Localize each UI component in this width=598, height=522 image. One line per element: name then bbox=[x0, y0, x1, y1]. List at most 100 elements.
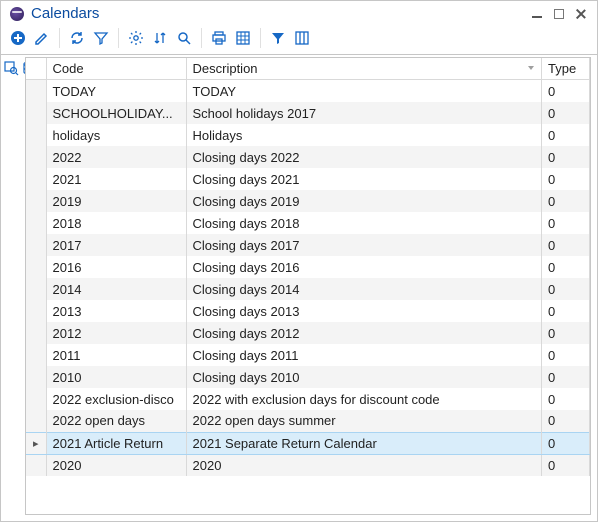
table-row[interactable]: 2019Closing days 20190 bbox=[26, 190, 590, 212]
close-button[interactable] bbox=[573, 6, 589, 22]
grid-body[interactable]: TODAYTODAY0SCHOOLHOLIDAY...School holida… bbox=[26, 80, 590, 514]
cell-description[interactable]: School holidays 2017 bbox=[186, 102, 542, 124]
row-handle[interactable] bbox=[26, 146, 46, 168]
table-row[interactable]: 2022Closing days 20220 bbox=[26, 146, 590, 168]
cell-description[interactable]: Closing days 2017 bbox=[186, 234, 542, 256]
table-row[interactable]: holidaysHolidays0 bbox=[26, 124, 590, 146]
row-handle[interactable] bbox=[26, 388, 46, 410]
table-row[interactable]: 2011Closing days 20110 bbox=[26, 344, 590, 366]
column-header-code[interactable]: Code bbox=[46, 58, 186, 80]
cell-code[interactable]: 2013 bbox=[46, 300, 186, 322]
cell-code[interactable]: 2010 bbox=[46, 366, 186, 388]
minimize-button[interactable] bbox=[529, 6, 545, 22]
cell-code[interactable]: 2021 Article Return bbox=[46, 432, 186, 454]
row-handle[interactable] bbox=[26, 432, 46, 454]
cell-description[interactable]: Closing days 2011 bbox=[186, 344, 542, 366]
cell-description[interactable]: Closing days 2016 bbox=[186, 256, 542, 278]
cell-description[interactable]: Holidays bbox=[186, 124, 542, 146]
cell-type[interactable]: 0 bbox=[542, 454, 590, 476]
cell-type[interactable]: 0 bbox=[542, 366, 590, 388]
edit-button[interactable] bbox=[31, 27, 53, 49]
cell-code[interactable]: 2012 bbox=[46, 322, 186, 344]
cell-code[interactable]: 2021 bbox=[46, 168, 186, 190]
row-handle[interactable] bbox=[26, 212, 46, 234]
cell-type[interactable]: 0 bbox=[542, 410, 590, 432]
row-handle[interactable] bbox=[26, 278, 46, 300]
cell-description[interactable]: Closing days 2018 bbox=[186, 212, 542, 234]
cell-code[interactable]: SCHOOLHOLIDAY... bbox=[46, 102, 186, 124]
table-row[interactable]: TODAYTODAY0 bbox=[26, 80, 590, 102]
table-row[interactable]: 2017Closing days 20170 bbox=[26, 234, 590, 256]
cell-code[interactable]: 2022 open days bbox=[46, 410, 186, 432]
print-button[interactable] bbox=[208, 27, 230, 49]
cell-description[interactable]: Closing days 2021 bbox=[186, 168, 542, 190]
cell-code[interactable]: 2014 bbox=[46, 278, 186, 300]
table-row[interactable]: 2010Closing days 20100 bbox=[26, 366, 590, 388]
column-header-description[interactable]: Description bbox=[186, 58, 542, 80]
cell-description[interactable]: 2021 Separate Return Calendar bbox=[186, 432, 542, 454]
cell-description[interactable]: Closing days 2019 bbox=[186, 190, 542, 212]
cell-type[interactable]: 0 bbox=[542, 256, 590, 278]
row-handle[interactable] bbox=[26, 234, 46, 256]
cell-code[interactable]: TODAY bbox=[46, 80, 186, 102]
table-row[interactable]: 2021 Article Return2021 Separate Return … bbox=[26, 432, 590, 454]
table-row[interactable]: 2014Closing days 20140 bbox=[26, 278, 590, 300]
settings-button[interactable] bbox=[125, 27, 147, 49]
data-grid[interactable]: Code Description Type TODAYTODAY0SCHOOLH… bbox=[25, 57, 591, 515]
cell-code[interactable]: 2011 bbox=[46, 344, 186, 366]
cell-type[interactable]: 0 bbox=[542, 80, 590, 102]
cell-type[interactable]: 0 bbox=[542, 344, 590, 366]
row-handle[interactable] bbox=[26, 190, 46, 212]
column-header-type[interactable]: Type bbox=[542, 58, 590, 80]
cell-type[interactable]: 0 bbox=[542, 168, 590, 190]
table-row[interactable]: 2013Closing days 20130 bbox=[26, 300, 590, 322]
filter-button[interactable] bbox=[90, 27, 112, 49]
table-row[interactable]: 2016Closing days 20160 bbox=[26, 256, 590, 278]
cell-type[interactable]: 0 bbox=[542, 278, 590, 300]
cell-type[interactable]: 0 bbox=[542, 234, 590, 256]
cell-type[interactable]: 0 bbox=[542, 432, 590, 454]
cell-type[interactable]: 0 bbox=[542, 300, 590, 322]
row-handle[interactable] bbox=[26, 322, 46, 344]
funnel-advanced-button[interactable] bbox=[267, 27, 289, 49]
cell-description[interactable]: 2022 open days summer bbox=[186, 410, 542, 432]
row-handle[interactable] bbox=[26, 168, 46, 190]
cell-code[interactable]: 2016 bbox=[46, 256, 186, 278]
table-row[interactable]: SCHOOLHOLIDAY...School holidays 20170 bbox=[26, 102, 590, 124]
row-handle-header[interactable] bbox=[26, 58, 46, 80]
export-button[interactable] bbox=[232, 27, 254, 49]
cell-type[interactable]: 0 bbox=[542, 102, 590, 124]
row-handle[interactable] bbox=[26, 366, 46, 388]
refresh-button[interactable] bbox=[66, 27, 88, 49]
cell-description[interactable]: Closing days 2013 bbox=[186, 300, 542, 322]
cell-code[interactable]: 2020 bbox=[46, 454, 186, 476]
cell-type[interactable]: 0 bbox=[542, 212, 590, 234]
row-handle[interactable] bbox=[26, 102, 46, 124]
row-handle[interactable] bbox=[26, 80, 46, 102]
cell-type[interactable]: 0 bbox=[542, 190, 590, 212]
cell-type[interactable]: 0 bbox=[542, 388, 590, 410]
cell-code[interactable]: 2018 bbox=[46, 212, 186, 234]
table-row[interactable]: 2022 open days2022 open days summer0 bbox=[26, 410, 590, 432]
table-row[interactable]: 2012Closing days 20120 bbox=[26, 322, 590, 344]
columns-button[interactable] bbox=[291, 27, 313, 49]
cell-description[interactable]: Closing days 2014 bbox=[186, 278, 542, 300]
add-button[interactable] bbox=[7, 27, 29, 49]
row-handle[interactable] bbox=[26, 344, 46, 366]
table-row[interactable]: 2021Closing days 20210 bbox=[26, 168, 590, 190]
sort-button[interactable] bbox=[149, 27, 171, 49]
cell-code[interactable]: holidays bbox=[46, 124, 186, 146]
row-handle[interactable] bbox=[26, 410, 46, 432]
cell-code[interactable]: 2022 exclusion-disco bbox=[46, 388, 186, 410]
row-handle[interactable] bbox=[26, 124, 46, 146]
row-handle[interactable] bbox=[26, 300, 46, 322]
cell-code[interactable]: 2017 bbox=[46, 234, 186, 256]
cell-description[interactable]: Closing days 2012 bbox=[186, 322, 542, 344]
cell-description[interactable]: 2020 bbox=[186, 454, 542, 476]
cell-description[interactable]: TODAY bbox=[186, 80, 542, 102]
cell-code[interactable]: 2019 bbox=[46, 190, 186, 212]
cell-type[interactable]: 0 bbox=[542, 322, 590, 344]
maximize-button[interactable] bbox=[551, 6, 567, 22]
search-button[interactable] bbox=[173, 27, 195, 49]
row-handle[interactable] bbox=[26, 454, 46, 476]
